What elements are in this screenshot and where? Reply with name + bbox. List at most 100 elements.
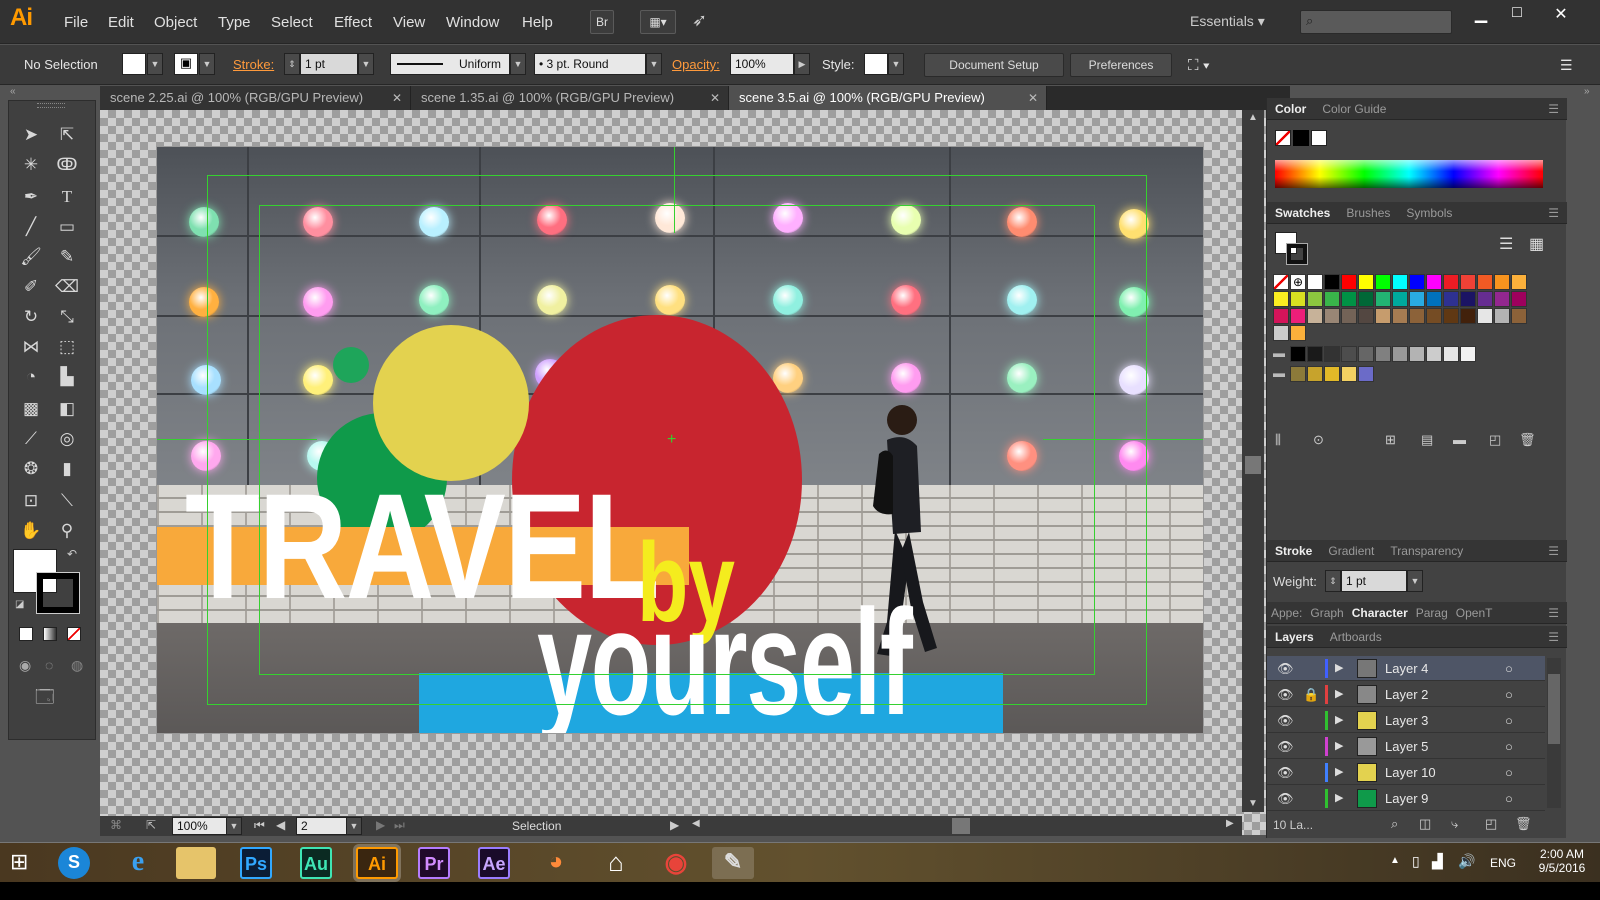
color-swatch[interactable] [1307, 291, 1323, 307]
opacity-label[interactable]: Opacity: [672, 57, 720, 72]
stroke-stepper[interactable]: ⇕ [284, 53, 300, 75]
color-spectrum[interactable] [1275, 160, 1543, 188]
menu-select[interactable]: Select [271, 14, 313, 31]
style-dropdown[interactable]: ▼ [888, 53, 904, 75]
bridge-button[interactable]: Br [590, 10, 614, 34]
color-swatch[interactable] [1375, 291, 1391, 307]
visibility-eye-icon[interactable]: 👁 [1277, 786, 1294, 811]
line-tool-icon[interactable]: ╱ [17, 213, 45, 241]
scroll-right-icon[interactable]: ▶ [1226, 818, 1234, 829]
make-clipping-mask-icon[interactable]: ◫ [1419, 816, 1431, 832]
color-swatch[interactable] [1426, 274, 1442, 290]
color-swatch[interactable] [1307, 366, 1323, 382]
color-swatch[interactable] [1375, 308, 1391, 324]
menu-effect[interactable]: Effect [334, 14, 372, 31]
thumbnail-view-icon[interactable]: ▦ [1529, 234, 1544, 254]
expand-triangle-icon[interactable]: ▶ [1335, 656, 1343, 681]
stroke-weight-field[interactable]: 1 pt [300, 53, 358, 75]
layer-row[interactable]: 👁 ▶ Layer 10 ○ [1267, 760, 1545, 785]
scroll-up-icon[interactable]: ▲ [1248, 112, 1258, 123]
color-swatch[interactable] [1443, 291, 1459, 307]
tab-gradient[interactable]: Gradient [1320, 540, 1382, 562]
target-circle-icon[interactable]: ○ [1505, 682, 1513, 707]
swap-colors-icon[interactable]: ↶ [67, 547, 77, 561]
expand-triangle-icon[interactable]: ▶ [1335, 760, 1343, 785]
stroke-weight-dropdown[interactable]: ▼ [358, 53, 374, 75]
color-swatch[interactable] [1494, 308, 1510, 324]
none-color-icon[interactable] [1275, 130, 1291, 146]
canvas-area[interactable]: TRAVEL by yourself + [100, 110, 1270, 835]
color-swatch[interactable] [1290, 308, 1306, 324]
color-swatch[interactable] [1392, 274, 1408, 290]
paintbrush-icon[interactable]: 🖌 [17, 243, 45, 271]
new-swatch-icon[interactable]: ◰ [1489, 432, 1501, 448]
internet-explorer-icon[interactable]: e [118, 847, 158, 879]
fill-swatch[interactable] [122, 53, 146, 75]
clock[interactable]: 2:00 AM 9/5/2016 [1532, 847, 1592, 875]
panel-menu-icon[interactable]: ☰ [1548, 540, 1559, 562]
color-swatch[interactable] [1273, 325, 1289, 341]
pen-tool-icon[interactable]: ✒ [17, 183, 45, 211]
color-swatch[interactable] [1443, 274, 1459, 290]
tab-layers[interactable]: Layers [1267, 626, 1322, 648]
scroll-left-icon[interactable]: ◀ [692, 818, 700, 829]
color-swatch[interactable] [1460, 308, 1476, 324]
volume-icon[interactable]: 🔊 [1458, 853, 1475, 870]
lock-icon[interactable]: 🔒 [1303, 682, 1319, 707]
scroll-thumb[interactable] [952, 818, 970, 834]
visibility-eye-icon[interactable]: 👁 [1277, 734, 1294, 759]
visibility-eye-icon[interactable]: 👁 [1277, 708, 1294, 733]
swatch-libraries-icon[interactable]: ⫼ [1275, 432, 1281, 448]
minimize-button[interactable]: ▁ [1466, 4, 1496, 26]
skype-icon[interactable]: S [58, 847, 90, 879]
color-swatch[interactable] [1477, 291, 1493, 307]
color-swatch[interactable] [1443, 308, 1459, 324]
layers-scroll-thumb[interactable] [1548, 674, 1560, 744]
tab-opentype[interactable]: OpenT [1452, 602, 1497, 624]
target-circle-icon[interactable]: ○ [1505, 734, 1513, 759]
color-swatch[interactable] [1511, 291, 1527, 307]
collapse-toolbar-icon[interactable]: « [10, 86, 16, 97]
tab-color-guide[interactable]: Color Guide [1314, 98, 1394, 120]
premiere-icon[interactable]: Pr [418, 847, 450, 879]
eraser-icon[interactable]: ⌫ [53, 273, 81, 301]
color-swatch[interactable] [1341, 346, 1357, 362]
color-swatch[interactable] [1324, 308, 1340, 324]
blend-tool-icon[interactable]: ◎ [53, 425, 81, 453]
color-swatch[interactable] [1477, 308, 1493, 324]
gradient-mode-icon[interactable] [43, 627, 57, 641]
panel-menu-icon[interactable]: ☰ [1548, 602, 1559, 624]
eyedropper-icon[interactable]: ⟋ [17, 425, 45, 453]
rotate-tool-icon[interactable]: ↻ [17, 303, 45, 331]
visibility-eye-icon[interactable]: 👁 [1277, 682, 1294, 707]
color-swatch[interactable] [1324, 291, 1340, 307]
color-swatch[interactable] [1273, 291, 1289, 307]
new-sublayer-icon[interactable]: ⤷ [1451, 816, 1458, 832]
weight-dropdown[interactable]: ▼ [1407, 570, 1423, 592]
panel-menu-icon[interactable]: ☰ [1548, 98, 1559, 120]
color-swatch[interactable] [1273, 308, 1289, 324]
color-swatch[interactable] [1341, 291, 1357, 307]
color-swatch[interactable] [1290, 325, 1306, 341]
color-swatch[interactable] [1290, 346, 1306, 362]
audition-icon[interactable]: Au [300, 847, 332, 879]
panel-menu-icon[interactable]: ☰ [1548, 202, 1559, 224]
opacity-arrow[interactable]: ▶ [794, 53, 810, 75]
artboard-tool-icon[interactable]: ⊡ [17, 487, 45, 515]
horizontal-scrollbar[interactable]: ◀ ▶ [686, 816, 1242, 836]
tab-artboards[interactable]: Artboards [1322, 626, 1390, 648]
shape-builder-icon[interactable]: ◔ [17, 363, 45, 391]
color-swatch[interactable] [1443, 346, 1459, 362]
color-swatch[interactable] [1409, 308, 1425, 324]
expand-triangle-icon[interactable]: ▶ [1335, 708, 1343, 733]
start-button-icon[interactable]: ⊞ [10, 849, 28, 875]
chrome-icon[interactable]: ◉ [656, 847, 696, 879]
weight-stepper[interactable]: ⇕ [1325, 570, 1341, 592]
target-circle-icon[interactable]: ○ [1505, 656, 1513, 681]
vertical-scrollbar[interactable]: ▲ ▼ [1242, 110, 1264, 812]
swatch-options-icon[interactable]: ⊞ [1385, 432, 1396, 448]
color-swatch[interactable] [1358, 346, 1374, 362]
show-swatch-kinds-icon[interactable]: ⊙ [1313, 432, 1324, 448]
maximize-button[interactable]: □ [1502, 4, 1532, 26]
zoom-tool-icon[interactable]: ⚲ [53, 517, 81, 545]
